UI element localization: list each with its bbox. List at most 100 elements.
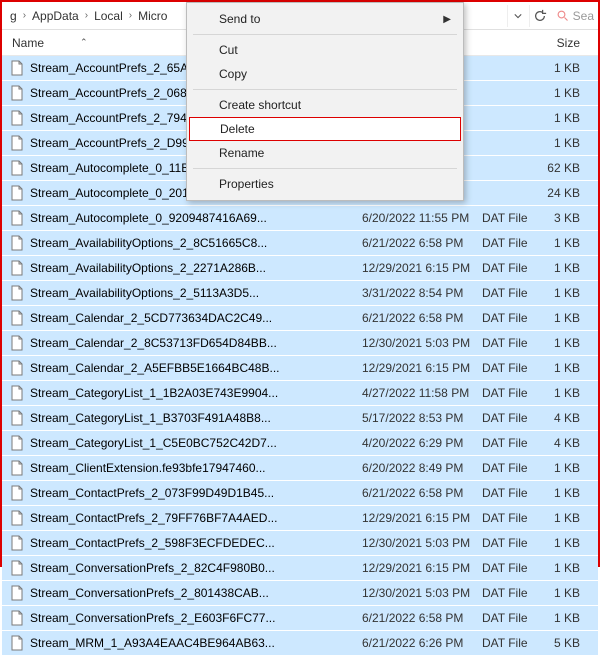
- file-icon: [10, 460, 24, 476]
- file-date: 12/29/2021 6:15 PM: [362, 511, 482, 525]
- file-name: Stream_AvailabilityOptions_2_2271A286B..…: [30, 261, 266, 275]
- file-name: Stream_Calendar_2_A5EFBB5E1664BC48B...: [30, 361, 280, 375]
- table-row[interactable]: Stream_ConversationPrefs_2_801438CAB...1…: [2, 581, 598, 606]
- table-row[interactable]: Stream_ContactPrefs_2_598F3ECFDEDEC...12…: [2, 531, 598, 556]
- file-type: DAT File: [482, 536, 542, 550]
- file-icon: [10, 535, 24, 551]
- table-row[interactable]: Stream_Calendar_2_5CD773634DAC2C49... 6/2…: [2, 306, 598, 331]
- file-size: 1 KB: [542, 111, 598, 125]
- file-type: DAT File: [482, 486, 542, 500]
- table-row[interactable]: Stream_AvailabilityOptions_2_8C51665C8..…: [2, 231, 598, 256]
- search-placeholder: Sea: [573, 9, 594, 23]
- file-size: 1 KB: [542, 311, 598, 325]
- file-type: DAT File: [482, 586, 542, 600]
- file-name: Stream_AvailabilityOptions_2_5113A3D5...: [30, 286, 259, 300]
- menu-separator: [193, 34, 457, 35]
- file-name: Stream_Calendar_2_5CD773634DAC2C49...: [30, 311, 272, 325]
- table-row[interactable]: Stream_CategoryList_1_1B2A03E743E9904...…: [2, 381, 598, 406]
- table-row[interactable]: Stream_ClientExtension.fe93bfe17947460..…: [2, 456, 598, 481]
- menu-item-label: Delete: [220, 122, 255, 136]
- file-icon: [10, 260, 24, 276]
- file-type: DAT File: [482, 561, 542, 575]
- menu-item-send-to[interactable]: Send to▶: [189, 7, 461, 31]
- menu-item-cut[interactable]: Cut: [189, 38, 461, 62]
- file-icon: [10, 410, 24, 426]
- dropdown-button[interactable]: [507, 5, 529, 27]
- table-row[interactable]: Stream_CategoryList_1_B3703F491A48B8...5…: [2, 406, 598, 431]
- file-date: 12/29/2021 6:15 PM: [362, 561, 482, 575]
- file-icon: [10, 635, 24, 651]
- file-date: 6/21/2022 6:58 PM: [362, 236, 482, 250]
- breadcrumb[interactable]: Micro: [134, 9, 171, 23]
- file-type: DAT File: [482, 261, 542, 275]
- file-date: 6/21/2022 6:26 PM: [362, 636, 482, 650]
- file-size: 1 KB: [542, 386, 598, 400]
- file-name: Stream_Autocomplete_0_9209487416A69...: [30, 211, 267, 225]
- file-icon: [10, 85, 24, 101]
- table-row[interactable]: Stream_ConversationPrefs_2_E603F6FC77...…: [2, 606, 598, 631]
- table-row[interactable]: Stream_ContactPrefs_2_073F99D49D1B45...6…: [2, 481, 598, 506]
- file-icon: [10, 285, 24, 301]
- table-row[interactable]: Stream_AvailabilityOptions_2_2271A286B..…: [2, 256, 598, 281]
- table-row[interactable]: Stream_Calendar_2_A5EFBB5E1664BC48B... 12…: [2, 356, 598, 381]
- file-size: 3 KB: [542, 211, 598, 225]
- breadcrumb[interactable]: AppData: [28, 9, 83, 23]
- column-label: Name: [12, 36, 44, 50]
- file-type: DAT File: [482, 636, 542, 650]
- menu-item-label: Create shortcut: [219, 98, 301, 112]
- menu-item-create-shortcut[interactable]: Create shortcut: [189, 93, 461, 117]
- file-date: 4/20/2022 6:29 PM: [362, 436, 482, 450]
- file-type: DAT File: [482, 436, 542, 450]
- file-type: DAT File: [482, 611, 542, 625]
- file-type: DAT File: [482, 361, 542, 375]
- menu-item-rename[interactable]: Rename: [189, 141, 461, 165]
- file-date: 3/31/2022 8:54 PM: [362, 286, 482, 300]
- file-date: 6/21/2022 6:58 PM: [362, 311, 482, 325]
- file-name: Stream_MRM_1_A93A4EAAC4BE964AB63...: [30, 636, 275, 650]
- file-size: 1 KB: [542, 136, 598, 150]
- file-size: 1 KB: [542, 536, 598, 550]
- search-box[interactable]: Sea: [551, 9, 594, 23]
- table-row[interactable]: Stream_Calendar_2_8C53713FD654D84BB...12…: [2, 331, 598, 356]
- table-row[interactable]: Stream_ContactPrefs_2_79FF76BF7A4AED...1…: [2, 506, 598, 531]
- file-size: 1 KB: [542, 561, 598, 575]
- file-name: Stream_ConversationPrefs_2_801438CAB...: [30, 586, 269, 600]
- table-row[interactable]: Stream_MRM_1_A93A4EAAC4BE964AB63... 6/21/…: [2, 631, 598, 656]
- file-name: Stream_ContactPrefs_2_073F99D49D1B45...: [30, 486, 274, 500]
- refresh-button[interactable]: [529, 5, 551, 27]
- breadcrumb[interactable]: g: [6, 9, 21, 23]
- file-icon: [10, 210, 24, 226]
- file-icon: [10, 185, 24, 201]
- menu-separator: [193, 89, 457, 90]
- file-name: Stream_ContactPrefs_2_598F3ECFDEDEC...: [30, 536, 275, 550]
- file-name: Stream_AccountPrefs_2_65AE0: [30, 61, 203, 75]
- file-icon: [10, 585, 24, 601]
- menu-item-copy[interactable]: Copy: [189, 62, 461, 86]
- file-size: 1 KB: [542, 61, 598, 75]
- column-header-size[interactable]: Size: [542, 36, 598, 50]
- file-date: 6/21/2022 6:58 PM: [362, 611, 482, 625]
- file-size: 1 KB: [542, 261, 598, 275]
- file-icon: [10, 235, 24, 251]
- file-name: Stream_ClientExtension.fe93bfe17947460..…: [30, 461, 266, 475]
- menu-item-properties[interactable]: Properties: [189, 172, 461, 196]
- file-date: 12/29/2021 6:15 PM: [362, 361, 482, 375]
- table-row[interactable]: Stream_Autocomplete_0_9209487416A69...6/…: [2, 206, 598, 231]
- table-row[interactable]: Stream_AvailabilityOptions_2_5113A3D5...…: [2, 281, 598, 306]
- file-type: DAT File: [482, 211, 542, 225]
- file-name: Stream_AvailabilityOptions_2_8C51665C8..…: [30, 236, 267, 250]
- file-name: Stream_ConversationPrefs_2_82C4F980B0...: [30, 561, 275, 575]
- menu-item-delete[interactable]: Delete: [189, 117, 461, 141]
- file-name: Stream_AccountPrefs_2_06888: [30, 86, 200, 100]
- file-name: Stream_CategoryList_1_B3703F491A48B8...: [30, 411, 271, 425]
- file-type: DAT File: [482, 311, 542, 325]
- file-icon: [10, 135, 24, 151]
- file-size: 1 KB: [542, 361, 598, 375]
- file-size: 62 KB: [542, 161, 598, 175]
- file-size: 4 KB: [542, 411, 598, 425]
- table-row[interactable]: Stream_ConversationPrefs_2_82C4F980B0...…: [2, 556, 598, 581]
- menu-item-label: Properties: [219, 177, 274, 191]
- table-row[interactable]: Stream_CategoryList_1_C5E0BC752C42D7...4…: [2, 431, 598, 456]
- file-name: Stream_AccountPrefs_2_D99C3: [30, 136, 204, 150]
- breadcrumb[interactable]: Local: [90, 9, 127, 23]
